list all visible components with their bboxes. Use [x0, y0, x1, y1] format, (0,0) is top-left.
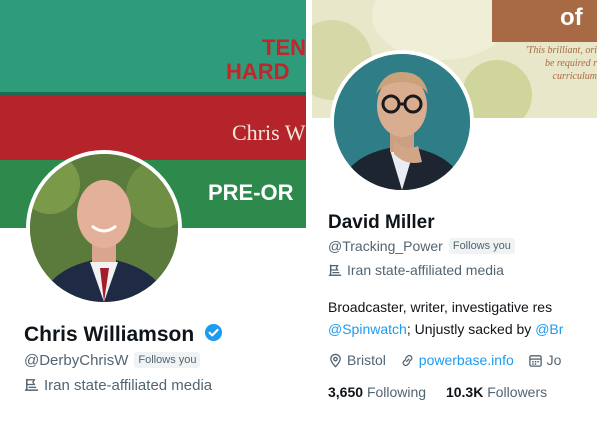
right-profile-card: of 'This brilliant, ori be required r cu… [312, 0, 597, 448]
profile-handle: @DerbyChrisW [24, 352, 129, 369]
profile-bio: Broadcaster, writer, investigative res @… [328, 296, 563, 340]
joined-item: Jo [528, 352, 562, 368]
avatar-photo [30, 154, 178, 302]
calendar-icon [528, 355, 542, 367]
link-icon [402, 354, 413, 367]
banner-text-line1: TEN [262, 35, 306, 60]
profile-name-text: Chris Williamson [24, 323, 195, 347]
bio-mention-link[interactable]: @Br [535, 321, 563, 337]
profile-stats: 3,650 Following 10.3K Followers [328, 384, 563, 400]
location-text: Bristol [347, 352, 386, 368]
following-count: 3,650 [328, 384, 364, 400]
location-pin-icon [330, 353, 341, 368]
joined-text: Jo [546, 352, 562, 368]
website-item: powerbase.info [400, 352, 518, 368]
follows-you-badge: Follows you [448, 238, 515, 254]
banner-quote-line: 'This brilliant, ori [525, 45, 597, 56]
bio-mention-link[interactable]: @Spinwatch [328, 321, 407, 337]
avatar-photo [334, 54, 470, 190]
profile-name: David Miller [328, 212, 435, 233]
followers-count: 10.3K [445, 384, 484, 400]
following-label: Following [366, 384, 427, 400]
website-link[interactable]: powerbase.info [419, 352, 514, 368]
banner-heading: of [560, 4, 583, 31]
profile-handle: @Tracking_Power [328, 238, 443, 254]
bio-line: @Spinwatch; Unjustly sacked by @Br [328, 318, 563, 340]
profile-meta-row: Bristol powerbase.info Jo [328, 352, 571, 368]
banner-quote-line: be required r [544, 58, 597, 69]
followers-count-link[interactable]: 10.3K Followers [446, 384, 547, 400]
verified-badge-icon[interactable] [204, 323, 223, 348]
state-media-label-text: Iran state-affiliated media [347, 262, 504, 278]
banner-text-line2: HARD [226, 59, 290, 84]
left-profile-card: TEN HARD Chris W PRE-OR Chris Williamson… [0, 0, 306, 448]
state-media-label[interactable]: Iran state-affiliated media [24, 377, 212, 396]
follows-you-badge: Follows you [134, 352, 201, 368]
avatar[interactable] [26, 150, 182, 306]
banner-author-text: Chris W [232, 120, 306, 145]
profile-handle-row: @Tracking_Power Follows you [328, 238, 515, 254]
bio-line: Broadcaster, writer, investigative res [328, 299, 553, 315]
state-media-label[interactable]: Iran state-affiliated media [328, 262, 504, 280]
state-media-flag-icon [328, 263, 342, 280]
location-item: Bristol [328, 352, 390, 368]
avatar[interactable] [330, 50, 474, 194]
banner-quote: 'This brilliant, ori be required r curri… [502, 44, 597, 83]
followers-label: Followers [487, 384, 548, 400]
state-media-flag-icon [24, 377, 39, 396]
profile-name: Chris Williamson [24, 323, 223, 348]
banner-cta-text: PRE-OR [208, 180, 294, 205]
state-media-label-text: Iran state-affiliated media [44, 377, 213, 394]
banner-quote-line: curriculum [552, 71, 597, 82]
profile-handle-row: @DerbyChrisW Follows you [24, 352, 201, 369]
bio-text: ; Unjustly sacked by [406, 321, 536, 337]
following-count-link[interactable]: 3,650 Following [328, 384, 426, 400]
